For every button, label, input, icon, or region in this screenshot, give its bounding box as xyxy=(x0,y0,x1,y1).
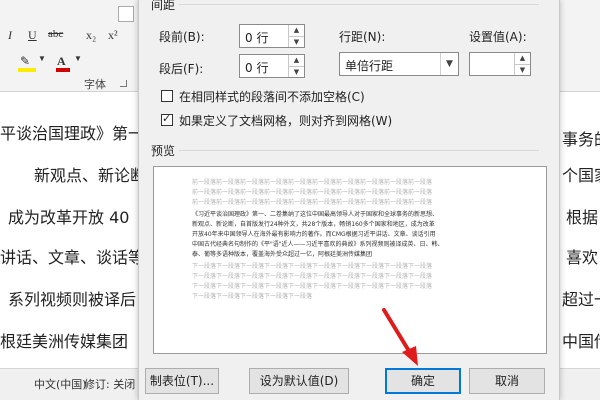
arrow-shaft xyxy=(382,308,414,358)
arrow-head xyxy=(402,346,418,366)
annotation-arrow-icon xyxy=(382,308,418,366)
